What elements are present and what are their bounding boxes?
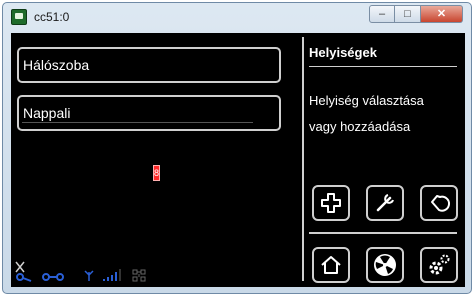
- cross-icon: [15, 261, 25, 273]
- back-icon: [431, 195, 451, 212]
- antenna-icon: [84, 270, 94, 281]
- signal-bars-icon: [103, 269, 121, 281]
- key-icon: [16, 273, 32, 282]
- room-underline: [22, 122, 253, 123]
- description-line-1: Helyiség választása: [309, 93, 424, 108]
- app-window: cc51:0 – □ ✕ Hálószoba Nappali 8 Helyisé…: [2, 2, 472, 294]
- network-icon: [132, 269, 146, 282]
- home-button[interactable]: [312, 247, 350, 283]
- back-button[interactable]: [420, 185, 458, 221]
- status-bar: [15, 259, 165, 283]
- debug-marker: 8: [153, 165, 160, 181]
- add-room-button[interactable]: [312, 185, 350, 221]
- action-divider: [309, 232, 457, 234]
- sidebar-description: Helyiség választása vagy hozzáadása: [309, 88, 459, 140]
- link-icon: [42, 273, 64, 281]
- room-label: Nappali: [23, 105, 71, 121]
- sidebar-divider: [302, 37, 304, 281]
- minimize-button[interactable]: –: [369, 5, 395, 23]
- room-label: Hálószoba: [23, 57, 90, 73]
- home-icon: [321, 256, 341, 274]
- description-line-2: vagy hozzáadása: [309, 119, 411, 134]
- window-controls: – □ ✕: [369, 5, 463, 25]
- room-button-nappali[interactable]: Nappali: [17, 95, 281, 131]
- app-icon: [11, 9, 27, 25]
- window-title: cc51:0: [34, 10, 70, 24]
- edit-room-button[interactable]: [366, 185, 404, 221]
- fan-icon: [374, 254, 396, 276]
- settings-button[interactable]: [420, 247, 458, 283]
- app-content: Hálószoba Nappali 8 Helyiségek Helyiség …: [11, 33, 465, 287]
- close-button[interactable]: ✕: [421, 5, 463, 23]
- maximize-button[interactable]: □: [395, 5, 421, 23]
- ventilation-button[interactable]: [366, 247, 404, 283]
- wrench-icon: [376, 194, 394, 212]
- room-button-haloszoba[interactable]: Hálószoba: [17, 47, 281, 83]
- sidebar-title-rule: [309, 66, 457, 67]
- plus-icon: [321, 193, 341, 213]
- settings-icon: [429, 254, 450, 275]
- sidebar-title: Helyiségek: [309, 45, 377, 60]
- title-bar[interactable]: cc51:0 – □ ✕: [3, 3, 471, 31]
